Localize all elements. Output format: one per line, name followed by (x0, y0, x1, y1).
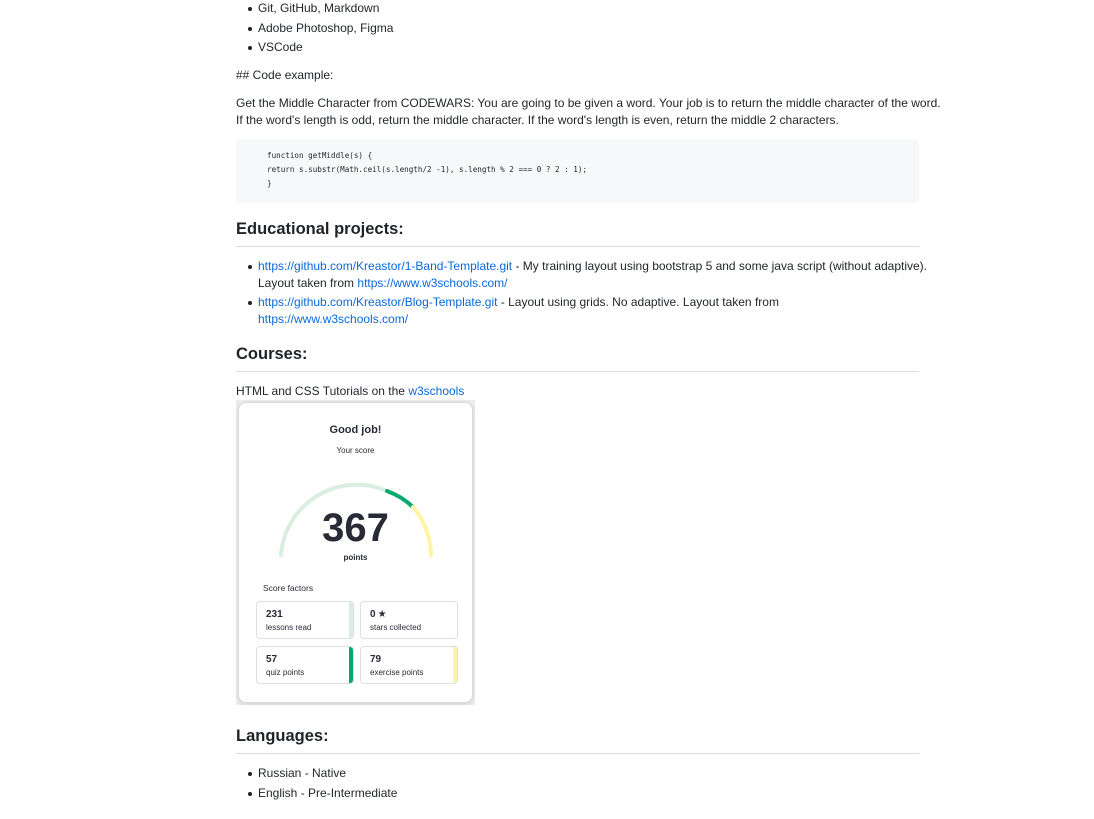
list-item: Russian - Native (248, 765, 758, 782)
list-item: https://github.com/Kreastor/Blog-Templat… (248, 294, 928, 328)
score-factors-label: Score factors (263, 583, 314, 593)
score-card-title: Good job! (329, 424, 382, 436)
factor-value: 0 ★ (370, 609, 387, 620)
project-description: - Layout using grids. No adaptive. Layou… (497, 295, 779, 309)
score-card: Good job! Your score 367 points Score fa… (238, 402, 473, 703)
code-intro-line-2: If the word's length is odd, return the … (236, 113, 839, 127)
courses-heading: Courses: (236, 344, 919, 372)
code-intro-line-1: Get the Middle Character from CODEWARS: … (236, 96, 941, 110)
factor-lessons-read: 231 lessons read (256, 601, 354, 639)
factor-label: exercise points (370, 668, 424, 677)
factor-stars-collected: 0 ★ stars collected (360, 601, 458, 639)
factor-bar (349, 602, 353, 638)
score-card-subtitle: Your score (336, 446, 375, 455)
code-line: return s.substr(Math.ceil(s.length/2 -1)… (267, 165, 588, 174)
code-block: function getMiddle(s) { return s.substr(… (236, 139, 919, 203)
factor-exercise-points: 79 exercise points (360, 646, 458, 684)
score-value: 367 (322, 506, 389, 550)
project-link-band-template[interactable]: https://github.com/Kreastor/1-Band-Templ… (258, 259, 512, 273)
educational-projects-list: https://github.com/Kreastor/1-Band-Templ… (236, 258, 928, 331)
code-line: } (267, 179, 272, 188)
project-description: - My training layout using bootstrap 5 a… (512, 259, 928, 273)
score-unit: points (343, 553, 368, 562)
code-line: function getMiddle(s) { (267, 151, 373, 160)
factor-value: 79 (370, 654, 382, 665)
score-card-image[interactable]: Good job! Your score 367 points Score fa… (236, 400, 475, 705)
factor-label: stars collected (370, 623, 422, 632)
languages-heading: Languages: (236, 726, 919, 754)
list-item: VSCode (248, 39, 918, 56)
factor-bar (453, 647, 457, 683)
educational-projects-heading: Educational projects: (236, 219, 919, 247)
courses-text: HTML and CSS Tutorials on the w3schools (236, 383, 464, 400)
languages-list: Russian - Native English - Pre-Intermedi… (236, 765, 758, 804)
list-item: Adobe Photoshop, Figma (248, 20, 918, 37)
list-item: https://github.com/Kreastor/1-Band-Templ… (248, 258, 928, 292)
star-icon: ★ (377, 609, 387, 620)
factor-value: 231 (266, 609, 283, 620)
courses-label: HTML and CSS Tutorials on the (236, 384, 409, 398)
list-item: English - Pre-Intermediate (248, 785, 758, 802)
code-heading: ## Code example: (236, 68, 334, 82)
project-source-label: Layout taken from (258, 276, 358, 290)
gauge-green-arc (385, 489, 415, 509)
factor-label: quiz points (266, 668, 305, 677)
factor-label: lessons read (266, 623, 312, 632)
skills-list: Git, GitHub, Markdown Adobe Photoshop, F… (236, 0, 918, 59)
w3schools-link[interactable]: w3schools (408, 384, 464, 398)
factor-quiz-points: 57 quiz points (256, 646, 354, 684)
project-source-link[interactable]: https://www.w3schools.com/ (357, 276, 507, 290)
code-intro: Get the Middle Character from CODEWARS: … (236, 95, 941, 129)
list-item: Git, GitHub, Markdown (248, 0, 918, 17)
project-source-link[interactable]: https://www.w3schools.com/ (258, 312, 408, 326)
factor-bar (349, 647, 353, 683)
factor-value: 57 (266, 654, 278, 665)
project-link-blog-template[interactable]: https://github.com/Kreastor/Blog-Templat… (258, 295, 497, 309)
